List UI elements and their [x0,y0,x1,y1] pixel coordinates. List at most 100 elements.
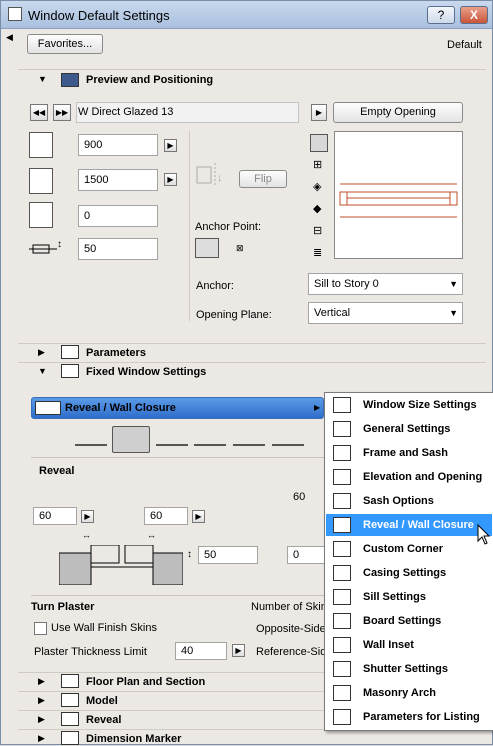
menu-item-sill-settings[interactable]: Sill Settings [326,586,492,608]
anchor-point-label: Anchor Point: [195,221,262,233]
opening-plane-dropdown[interactable]: Vertical ▼ [308,302,463,324]
reveal-type-6-button[interactable] [272,432,304,446]
collapsed-triangle-icon[interactable]: ▶ [38,695,45,706]
reveal-heading: Reveal [39,465,75,477]
flip-button[interactable]: Flip [239,170,287,188]
reveal-title: Reveal [86,714,122,726]
fixed-window-section-header[interactable]: ▼ Fixed Window Settings [18,362,486,379]
flip-preview-icon: ↓ [195,161,229,189]
preview-section-header[interactable]: ▼ Preview and Positioning [18,69,486,91]
reference-side-label: Reference-Side [256,646,333,658]
preview-section-title: Preview and Positioning [86,74,214,86]
reveal-right-field[interactable]: 60 [144,507,188,525]
menu-item-wall-inset[interactable]: Wall Inset [326,634,492,656]
height-arrow[interactable]: ▶ [164,173,177,186]
mouse-cursor-icon [477,523,491,546]
grid-view-icon[interactable]: ⊞ [313,158,322,171]
collapse-arrow-icon[interactable]: ◀ [6,32,13,43]
menu-item-window-size[interactable]: Window Size Settings [326,394,492,416]
anchor-point-small-icon: ⊠ [236,243,244,253]
selected-page-label: Reveal / Wall Closure [65,402,176,414]
reveal-left-field[interactable]: 60 [33,507,77,525]
menu-item-reveal-wall-closure[interactable]: Reveal / Wall Closure [326,514,492,536]
menu-item-masonry-arch[interactable]: Masonry Arch [326,682,492,704]
svg-text:↓: ↓ [217,172,223,184]
floor-plan-title: Floor Plan and Section [86,676,206,688]
3d-view-icon[interactable]: ◆ [313,202,321,215]
svg-text:↕: ↕ [57,239,62,250]
empty-opening-button[interactable]: Empty Opening [333,102,463,123]
menu-item-elevation-opening[interactable]: Elevation and Opening [326,466,492,488]
object-menu-arrow[interactable]: ▶ [311,104,327,121]
anchor-label: Anchor: [196,280,234,292]
reveal-type-1-button[interactable] [75,432,107,446]
anchor-dropdown[interactable]: Sill to Story 0 ▼ [308,273,463,295]
masonry-arch-icon [333,685,351,701]
reveal-height-field[interactable]: 50 [198,546,258,564]
use-wall-finish-label: Use Wall Finish Skins [51,622,157,634]
reveal-icon [35,401,61,415]
menu-item-parameters-listing[interactable]: Parameters for Listing [326,706,492,728]
parameters-title: Parameters [86,347,146,359]
menu-item-shutter-settings[interactable]: Shutter Settings [326,658,492,680]
turn-plaster-label: Turn Plaster [31,601,95,613]
expanded-triangle-icon[interactable]: ▼ [38,366,47,376]
reveal-type-4-button[interactable] [194,432,226,446]
plan-view-button[interactable] [310,134,328,152]
collapsed-triangle-icon[interactable]: ▶ [38,347,45,358]
plaster-thickness-field[interactable]: 40 [175,642,227,660]
reveal-right-arrow[interactable]: ▶ [192,510,205,523]
use-wall-finish-checkbox[interactable] [34,622,47,635]
menu-item-casing-settings[interactable]: Casing Settings [326,562,492,584]
plaster-thickness-arrow[interactable]: ▶ [232,644,245,657]
reveal-type-3-button[interactable] [156,432,188,446]
favorites-button[interactable]: Favorites... [27,34,103,54]
reveal-section-diagram [58,544,184,586]
offset-field[interactable]: 0 [78,205,158,227]
wall-inset-icon [333,637,351,653]
close-button[interactable]: X [460,6,488,24]
section-view-icon[interactable]: ⊟ [313,224,322,237]
opening-plane-value: Vertical [314,307,351,319]
reveal-type-2-button[interactable] [112,426,150,453]
reveal-type-5-button[interactable] [233,432,265,446]
sill-height-icon: ↕ [29,237,62,257]
next-object-button[interactable]: ▶▶ [53,104,71,121]
menu-item-sash-options[interactable]: Sash Options [326,490,492,512]
side-view-icon[interactable]: ◈ [313,180,321,193]
width-field[interactable]: 900 [78,134,158,156]
custom-corner-icon [333,541,351,557]
height-icon [29,168,53,194]
dimension-marker-section-header[interactable]: ▶ Dimension Marker [18,729,486,746]
opening-plane-label: Opening Plane: [196,309,272,321]
board-icon [333,613,351,629]
anchor-point-picker[interactable] [195,238,219,258]
help-button[interactable]: ? [427,6,455,24]
prev-object-button[interactable]: ◀◀ [30,104,48,121]
window-default-settings-dialog: Window Default Settings ? X ◀ Favorites.… [0,0,493,745]
menu-item-general-settings[interactable]: General Settings [326,418,492,440]
height-field[interactable]: 1500 [78,169,158,191]
reveal-depth-field[interactable]: 60 [288,487,324,509]
collapsed-triangle-icon[interactable]: ▶ [38,714,45,725]
list-view-icon[interactable]: ≣ [313,246,322,259]
reveal-section-icon [61,712,79,726]
reveal-left-arrow[interactable]: ▶ [81,510,94,523]
number-of-skins-label: Number of Skins [251,601,333,613]
collapsed-triangle-icon[interactable]: ▶ [38,676,45,687]
menu-item-board-settings[interactable]: Board Settings [326,610,492,632]
chevron-down-icon: ▼ [449,279,458,289]
menu-item-custom-corner[interactable]: Custom Corner [326,538,492,560]
collapsed-triangle-icon[interactable]: ▶ [38,733,45,744]
parameters-section-header[interactable]: ▶ Parameters [18,343,486,360]
width-arrow[interactable]: ▶ [164,139,177,152]
model-title: Model [86,695,118,707]
offset-field-2[interactable]: 0 [287,546,324,564]
divider [31,457,324,458]
sill-height-field[interactable]: 50 [78,238,158,260]
menu-item-frame-sash[interactable]: Frame and Sash [326,442,492,464]
divider [31,595,324,596]
page-selector-bar[interactable]: Reveal / Wall Closure ▶ [31,397,324,419]
expanded-triangle-icon[interactable]: ▼ [38,74,47,84]
object-name-field[interactable]: W Direct Glazed 13 [76,102,299,123]
